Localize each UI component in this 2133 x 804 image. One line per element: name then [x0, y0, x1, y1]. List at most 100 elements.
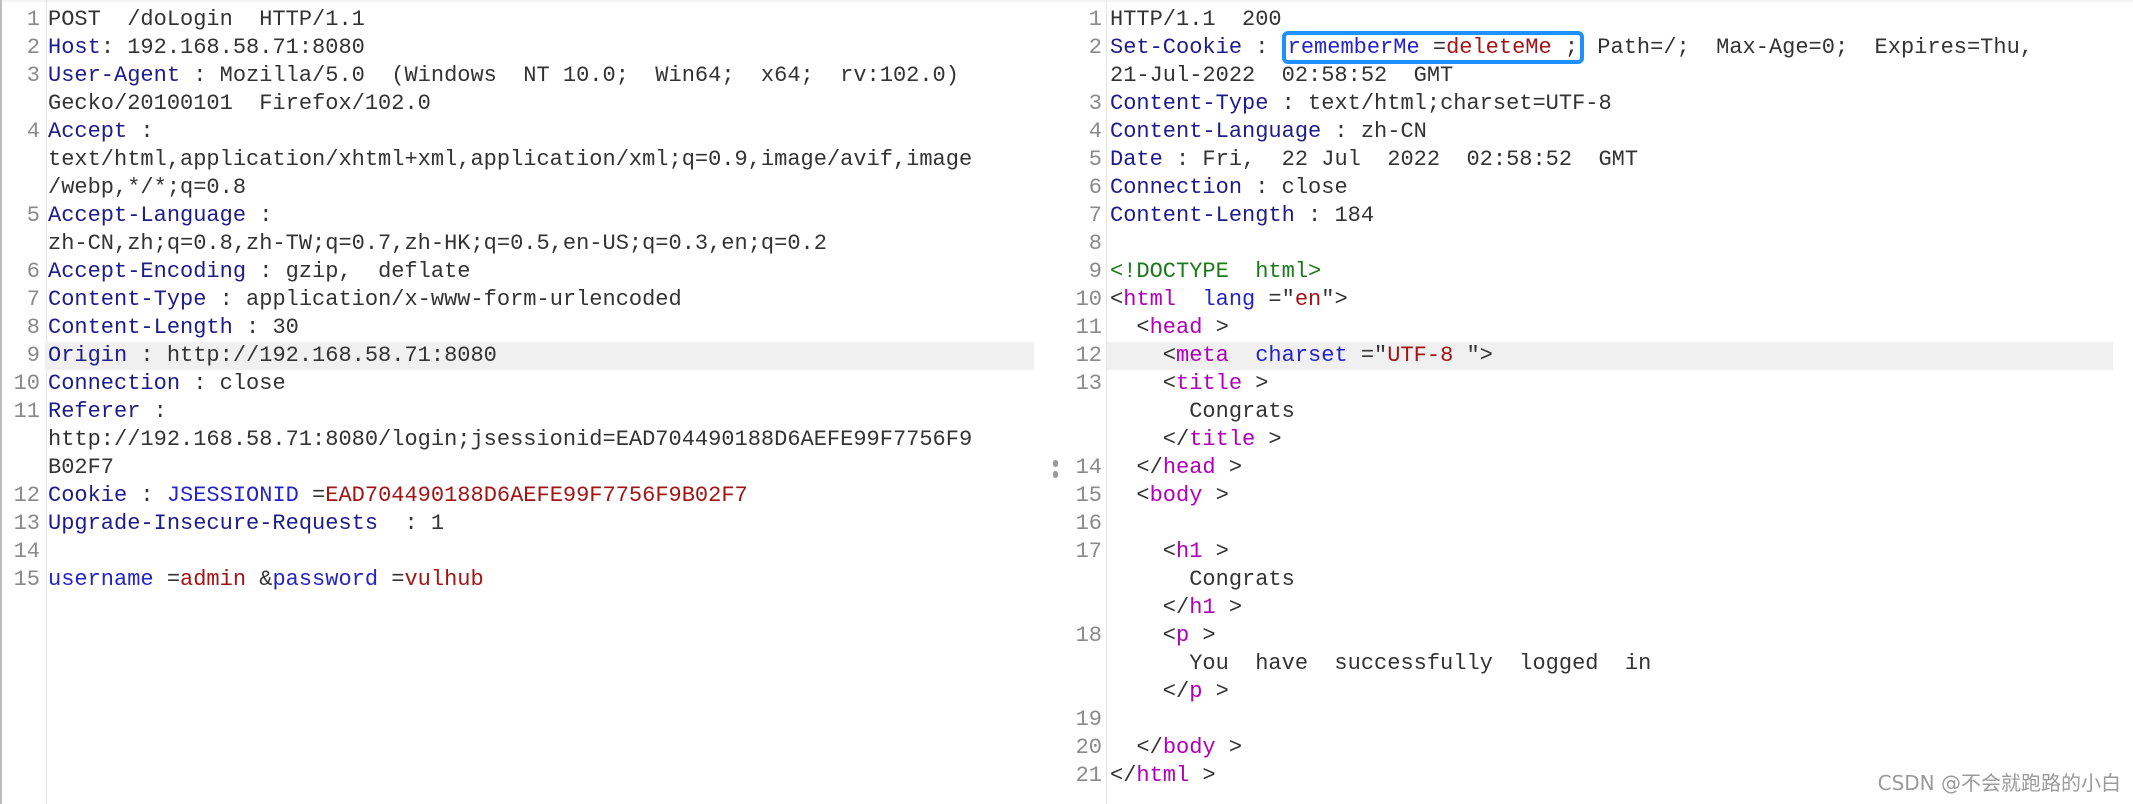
line-number: 13 [1075, 371, 1102, 396]
token: "> [1453, 343, 1493, 368]
token: </ [1110, 427, 1190, 452]
line-number: 15 [13, 567, 40, 592]
token: Connection [48, 371, 181, 396]
request-editor[interactable]: 1 POST /doLogin HTTP/1.1 2 Host: 192.168.58… [0, 0, 1034, 804]
code-line: Congrats [1062, 566, 2113, 594]
line-text: Content-Type : application/x-www-form-ur… [48, 286, 682, 314]
token: You have successfully logged in [1110, 651, 1652, 676]
token: < [1110, 371, 1177, 396]
line-number: 9 [1088, 259, 1102, 284]
line-text: <html lang ="en"> [1110, 286, 1348, 314]
token: charset [1255, 343, 1348, 368]
line-text: You have successfully logged in [1110, 650, 1651, 678]
line-number: 1 [1088, 7, 1102, 32]
grip-dot-icon [1053, 460, 1058, 467]
code-line: 5 Accept-Language : [0, 202, 1034, 230]
line-number: 7 [1088, 203, 1102, 228]
token: = [1419, 35, 1447, 60]
token: > [1202, 539, 1229, 564]
token: : 192.168.58.71:8080 [100, 35, 365, 60]
code-line: zh-CN,zh;q=0.8,zh-TW;q=0.7,zh-HK;q=0.5,e… [0, 230, 1034, 258]
token: > [1215, 595, 1243, 620]
token: Upgrade-Insecure-Requests [48, 511, 379, 536]
token: : 184 [1294, 203, 1375, 228]
code-line: 4 Accept : [0, 118, 1034, 146]
line-text: Connection : close [48, 370, 286, 398]
code-line: /webp,*/*;q=0.8 [0, 174, 1034, 202]
response-editor[interactable]: 1 HTTP/1.1 200 2 Set-Cookie : rememberMe =d… [1062, 0, 2113, 804]
token: Set-Cookie [1110, 35, 1243, 60]
line-text: username =admin &password =vulhub [48, 566, 484, 594]
token: rememberMe [1287, 35, 1420, 60]
token: Host [48, 35, 101, 60]
token: Gecko/20100101 Firefox/102.0 [48, 91, 431, 116]
token: h1 [1176, 539, 1203, 564]
token: Cookie [48, 483, 128, 508]
pane-splitter-handle[interactable] [1053, 460, 1059, 482]
token: Congrats [1110, 567, 1295, 592]
token: : [127, 119, 154, 144]
token: & [246, 567, 273, 592]
token: head [1162, 455, 1216, 480]
line-number: 4 [26, 119, 40, 144]
token: zh-CN,zh;q=0.8,zh-TW;q=0.7,zh-HK;q=0.5,e… [48, 231, 827, 256]
token: > [1189, 763, 1216, 788]
token: UTF-8 [1387, 343, 1454, 368]
token: admin [180, 567, 247, 592]
line-text: POST /doLogin HTTP/1.1 [48, 6, 365, 34]
line-text: <body > [1110, 482, 1228, 510]
token: Congrats [1110, 399, 1295, 424]
request-lines[interactable]: 1 POST /doLogin HTTP/1.1 2 Host: 192.168.58… [0, 6, 1034, 594]
token: : close [180, 371, 286, 396]
token: </ [1110, 679, 1190, 704]
code-line: 2 Host: 192.168.58.71:8080 [0, 34, 1034, 62]
line-text: Cookie : JSESSIONID =EAD704490188D6AEFE9… [48, 482, 748, 510]
token: < [1110, 483, 1150, 508]
code-line: 11 <head > [1062, 314, 2113, 342]
token: head [1149, 315, 1203, 340]
line-text: Host: 192.168.58.71:8080 [48, 34, 365, 62]
token: < [1110, 287, 1124, 312]
line-text: HTTP/1.1 200 [1110, 6, 1282, 34]
token: username [48, 567, 154, 592]
code-line: 3 User-Agent : Mozilla/5.0 (Windows NT 10… [0, 62, 1034, 90]
code-line: 9 <!DOCTYPE html> [1062, 258, 2113, 286]
line-text: Accept-Language : [48, 202, 272, 230]
token: Content-Type [48, 287, 207, 312]
line-number: 2 [1088, 35, 1102, 60]
line-text: Content-Length : 184 [1110, 202, 1374, 230]
token: > [1202, 679, 1229, 704]
line-text: 21-Jul-2022 02:58:52 GMT [1110, 62, 1453, 90]
line-text: Content-Language : zh-CN [1110, 118, 1427, 146]
code-line: 10 <html lang ="en"> [1062, 286, 2113, 314]
code-line: 11 Referer : [0, 398, 1034, 426]
code-line: 17 <h1 > [1062, 538, 2113, 566]
token: : text/html;charset=UTF-8 [1268, 91, 1612, 116]
token: Date [1110, 147, 1163, 172]
line-text: </body > [1110, 734, 1242, 762]
line-text: Content-Type : text/html;charset=UTF-8 [1110, 90, 1612, 118]
token: User-Agent [48, 63, 181, 88]
line-text: </title > [1110, 426, 1282, 454]
token: </ [1110, 455, 1163, 480]
watermark: CSDN @不会就跑路的小白 [1877, 771, 2121, 795]
code-line: You have successfully logged in [1062, 650, 2113, 678]
token: Content-Language [1110, 119, 1322, 144]
token: EAD704490188D6AEFE99F7756F9B02F7 [325, 483, 748, 508]
token: http://192.168.58.71:8080/login;jsession… [48, 427, 973, 452]
code-line: 8 Content-Length : 30 [0, 314, 1034, 342]
line-number: 19 [1075, 707, 1102, 732]
token: : [1242, 35, 1282, 60]
token: < [1110, 315, 1150, 340]
token: JSESSIONID [166, 483, 299, 508]
line-text: text/html,application/xhtml+xml,applicat… [48, 146, 972, 174]
token: </ [1110, 763, 1137, 788]
line-number: 2 [26, 35, 40, 60]
token: body [1149, 483, 1203, 508]
response-lines[interactable]: 1 HTTP/1.1 200 2 Set-Cookie : rememberMe =d… [1062, 6, 2113, 790]
line-number: 11 [13, 399, 40, 424]
token: <!DOCTYPE html> [1110, 259, 1322, 284]
token: > [1215, 455, 1243, 480]
